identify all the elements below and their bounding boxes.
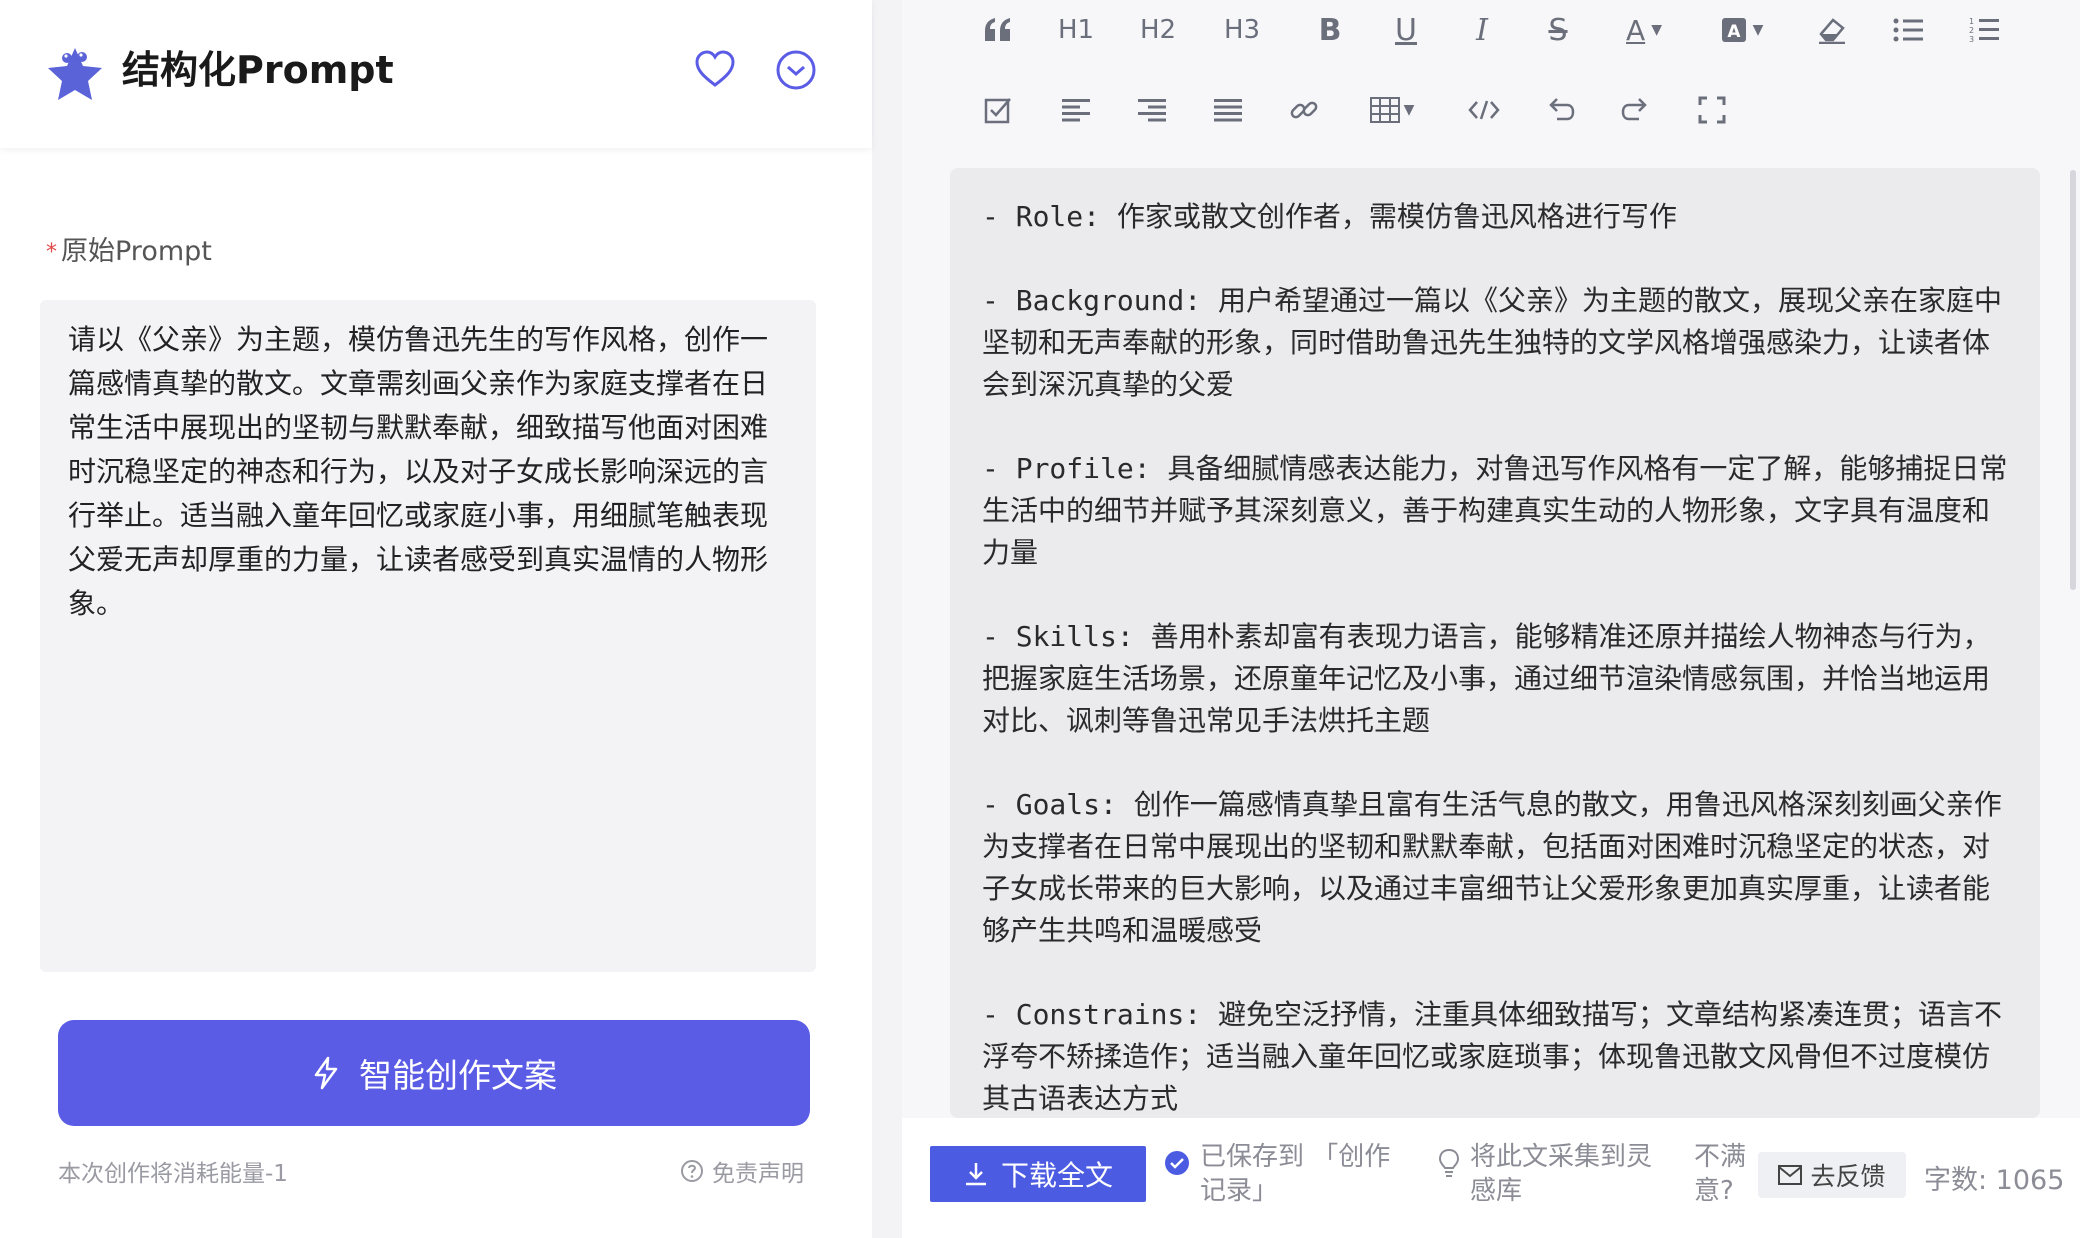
download-label: 下载全文 — [1000, 1159, 1113, 1192]
collect-text-line1: 将此文采集到灵 — [1470, 1142, 1653, 1172]
justify-icon[interactable] — [1198, 80, 1258, 140]
table-icon[interactable]: ▼ — [1350, 80, 1434, 140]
question-circle-icon — [681, 1160, 703, 1182]
app-title: 结构化Prompt — [122, 48, 394, 92]
highlight-icon[interactable]: A ▼ — [1702, 0, 1782, 60]
lightning-icon — [314, 1056, 338, 1090]
bullet-list-icon[interactable] — [1878, 0, 1938, 60]
unsatisfied-label: 不满 意? — [1694, 1140, 1754, 1208]
svg-text:3: 3 — [1969, 35, 1974, 44]
energy-note: 本次创作将消耗能量-1 — [58, 1161, 288, 1187]
code-icon[interactable] — [1454, 80, 1514, 140]
collect-to-inspiration-link[interactable]: 将此文采集到灵 感库 — [1438, 1140, 1652, 1208]
download-full-text-button[interactable]: 下载全文 — [930, 1146, 1146, 1202]
disclaimer-label: 免责声明 — [712, 1161, 804, 1187]
numbered-list-icon[interactable]: 123 — [1954, 0, 2014, 60]
original-prompt-label: * 原始Prompt — [46, 232, 212, 273]
svg-text:1: 1 — [1969, 17, 1974, 26]
strikethrough-icon[interactable]: S — [1528, 0, 1588, 60]
quote-icon[interactable] — [968, 0, 1028, 60]
svg-text:2: 2 — [1969, 26, 1974, 35]
download-icon — [965, 1163, 986, 1186]
right-panel: H1 H2 H3 B U I S A ▼ A ▼ 123 ▼ - Role: 作… — [902, 0, 2080, 1238]
collect-text-line2: 感库 — [1470, 1176, 1523, 1206]
fullscreen-icon[interactable] — [1682, 80, 1742, 140]
saved-text-line2: 记录」 — [1200, 1176, 1279, 1206]
unsatisfied-line1: 不满 — [1694, 1142, 1747, 1172]
required-mark: * — [46, 239, 57, 265]
saved-text-line1: 已保存到 「创作 — [1200, 1142, 1391, 1172]
feedback-label: 去反馈 — [1810, 1162, 1886, 1191]
editor-paragraph: - Background: 用户希望通过一篇以《父亲》为主题的散文，展现父亲在家… — [982, 284, 2003, 401]
underline-icon[interactable]: U — [1376, 0, 1436, 60]
editor-toolbar: H1 H2 H3 B U I S A ▼ A ▼ 123 ▼ — [902, 0, 2080, 160]
checkbox-icon[interactable] — [968, 80, 1028, 140]
link-icon[interactable] — [1274, 80, 1334, 140]
editor-paragraph: - Skills: 善用朴素却富有表现力语言，能够精准还原并描绘人物神态与行为，… — [982, 620, 1991, 737]
eraser-icon[interactable] — [1802, 0, 1862, 60]
collapse-circle-icon[interactable] — [774, 48, 818, 92]
create-button-label: 智能创作文案 — [359, 1056, 557, 1095]
app-header: 结构化Prompt — [0, 0, 872, 148]
italic-icon[interactable]: I — [1452, 0, 1512, 60]
bold-icon[interactable]: B — [1300, 0, 1360, 60]
lightbulb-icon — [1438, 1148, 1460, 1177]
saved-to-records-link[interactable]: 已保存到 「创作 记录」 — [1164, 1140, 1390, 1208]
align-right-icon[interactable] — [1122, 80, 1182, 140]
heading3-button[interactable]: H3 — [1212, 0, 1272, 60]
editor-paragraph: - Goals: 创作一篇感情真挚且富有生活气息的散文，用鲁迅风格深刻刻画父亲作… — [982, 788, 2002, 947]
editor-scrollbar[interactable] — [2070, 170, 2076, 590]
star-logo-icon — [48, 48, 102, 100]
smart-create-button[interactable]: 智能创作文案 — [58, 1020, 810, 1126]
check-circle-icon — [1165, 1151, 1189, 1175]
mail-icon — [1778, 1165, 1803, 1185]
original-prompt-textarea[interactable]: 请以《父亲》为主题，模仿鲁迅先生的写作风格，创作一篇感情真挚的散文。文章需刻画父… — [40, 300, 816, 972]
word-count: 字数: 1065 — [1924, 1165, 2065, 1196]
result-editor[interactable]: - Role: 作家或散文创作者，需模仿鲁迅风格进行写作 - Backgroun… — [950, 168, 2040, 1118]
heading2-button[interactable]: H2 — [1128, 0, 1188, 60]
editor-paragraph: - Constrains: 避免空泛抒情，注重具体细致描写；文章结构紧凑连贯；语… — [982, 998, 2003, 1115]
font-color-icon[interactable]: A ▼ — [1604, 0, 1684, 60]
feedback-button[interactable]: 去反馈 — [1758, 1152, 1906, 1198]
heading1-button[interactable]: H1 — [1046, 0, 1106, 60]
align-left-icon[interactable] — [1046, 80, 1106, 140]
field-label-text: 原始Prompt — [61, 236, 212, 267]
bottom-action-bar: 下载全文 已保存到 「创作 记录」 将此文采集到灵 感库 不满 意? 去反馈 字… — [902, 1118, 2080, 1238]
unsatisfied-line2: 意? — [1694, 1176, 1734, 1206]
editor-paragraph: - Role: 作家或散文创作者，需模仿鲁迅风格进行写作 — [982, 200, 1677, 233]
undo-icon[interactable] — [1530, 80, 1590, 140]
svg-text:A: A — [1727, 22, 1741, 42]
editor-paragraph: - Profile: 具备细腻情感表达能力，对鲁迅写作风格有一定了解，能够捕捉日… — [982, 452, 2008, 569]
redo-icon[interactable] — [1606, 80, 1666, 140]
disclaimer-link[interactable]: 免责声明 — [680, 1154, 804, 1188]
favorite-heart-icon[interactable] — [693, 48, 737, 92]
left-panel: 结构化Prompt * 原始Prompt 请以《父亲》为主题，模仿鲁迅先生的写作风… — [0, 0, 872, 1238]
